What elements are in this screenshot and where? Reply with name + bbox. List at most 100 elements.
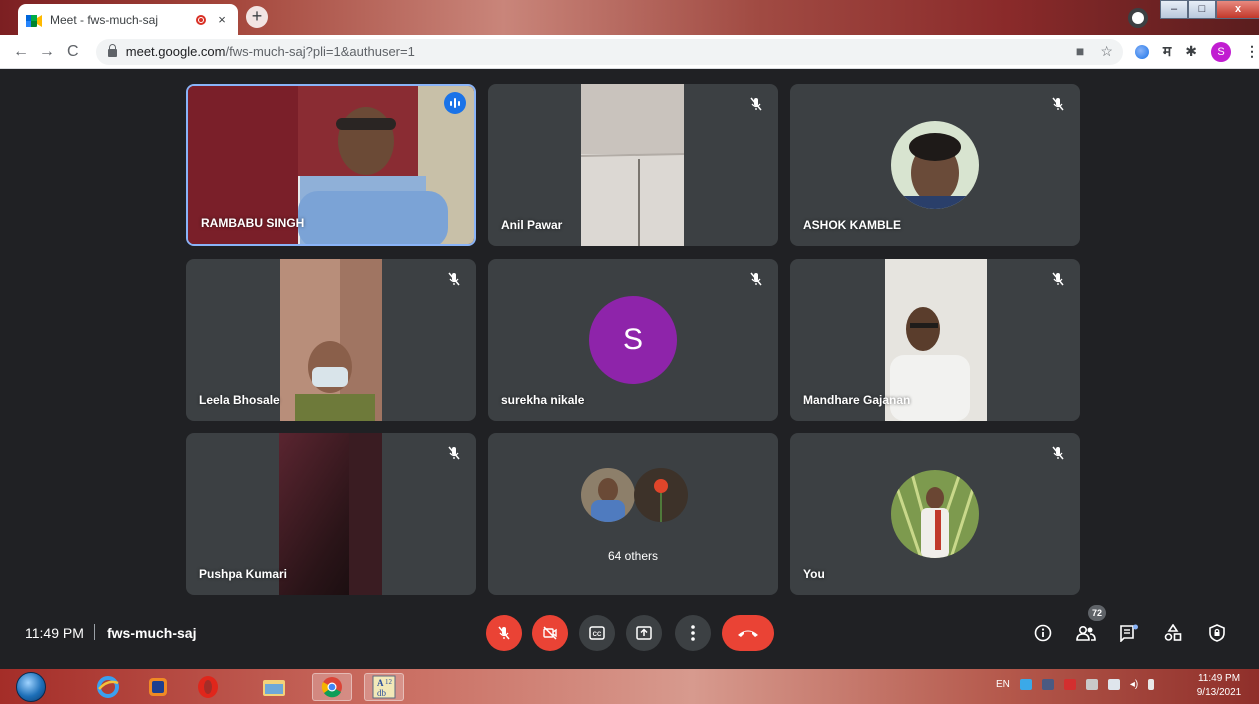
- windows-start-icon[interactable]: [16, 672, 46, 702]
- svg-text:A: A: [377, 678, 384, 688]
- participant-tile[interactable]: ASHOK KAMBLE: [790, 84, 1080, 246]
- more-options-button[interactable]: [675, 615, 711, 651]
- file-explorer-icon[interactable]: [254, 673, 294, 701]
- forward-arrow-icon[interactable]: →: [34, 43, 60, 61]
- captions-button[interactable]: CC: [579, 615, 615, 651]
- leave-call-button[interactable]: [722, 615, 774, 651]
- activities-button[interactable]: [1162, 622, 1184, 644]
- network-icon[interactable]: [1107, 679, 1120, 690]
- svg-text:db: db: [377, 688, 387, 698]
- participant-avatar: [891, 121, 979, 209]
- battery-icon[interactable]: [1148, 679, 1155, 690]
- url-path: /fws-much-saj?pli=1&authuser=1: [225, 44, 415, 59]
- new-tab-button[interactable]: +: [246, 6, 268, 28]
- back-arrow-icon[interactable]: ←: [8, 43, 34, 61]
- mic-off-icon: [498, 626, 510, 640]
- participant-tile[interactable]: Mandhare Gajanan: [790, 259, 1080, 421]
- math-app-icon[interactable]: A 12 db: [364, 673, 404, 701]
- participant-tile[interactable]: S surekha nikale: [488, 259, 778, 421]
- mic-off-icon: [448, 446, 460, 460]
- tab-close-button[interactable]: ×: [214, 12, 230, 27]
- meeting-code: fws-much-saj: [107, 625, 197, 641]
- browser-tab-meet[interactable]: Meet - fws-much-saj ×: [18, 4, 238, 35]
- present-screen-button[interactable]: [626, 615, 662, 651]
- people-button[interactable]: [1075, 622, 1097, 644]
- media-player-icon[interactable]: [138, 673, 178, 701]
- more-vert-icon: [691, 625, 695, 641]
- participant-video: [279, 433, 382, 595]
- participant-tile[interactable]: Leela Bhosale: [186, 259, 476, 421]
- reload-icon[interactable]: C: [60, 43, 86, 61]
- participant-tile[interactable]: Pushpa Kumari: [186, 433, 476, 595]
- participant-video: [581, 84, 684, 246]
- mic-off-icon: [750, 97, 762, 111]
- participant-name: You: [803, 567, 825, 581]
- mic-off-icon: [1052, 97, 1064, 111]
- camera-toggle-button[interactable]: [532, 615, 568, 651]
- meeting-controls-bar: 11:49 PM fws-much-saj CC 72: [0, 600, 1259, 670]
- windows-taskbar: A 12 db EN ◂) 11:49 PM 9/13/2021: [0, 669, 1259, 704]
- chrome-taskbar-icon[interactable]: [312, 673, 352, 701]
- address-bar[interactable]: meet.google.com/fws-much-saj?pli=1&authu…: [95, 38, 1123, 65]
- chrome-profile-icon[interactable]: [1128, 8, 1148, 28]
- others-count-label: 64 others: [607, 549, 659, 563]
- participant-name: Mandhare Gajanan: [803, 393, 911, 407]
- tray-q-icon[interactable]: [1063, 679, 1076, 690]
- mic-off-icon: [448, 272, 460, 286]
- extension-globe-icon[interactable]: [1134, 44, 1149, 59]
- self-avatar: [891, 470, 979, 558]
- browser-tab-strip: Meet - fws-much-saj × + – □ x: [0, 0, 1259, 35]
- participant-avatar: [634, 468, 688, 522]
- recording-indicator-icon: [196, 14, 206, 25]
- speaking-indicator-icon: [444, 92, 466, 114]
- participant-tile[interactable]: Anil Pawar: [488, 84, 778, 246]
- participant-tile[interactable]: RAMBABU SINGH: [186, 84, 476, 246]
- participant-name: ASHOK KAMBLE: [803, 218, 901, 232]
- url-text: meet.google.com/fws-much-saj?pli=1&authu…: [126, 44, 415, 59]
- participant-letter-avatar: S: [589, 296, 677, 384]
- maximize-button[interactable]: □: [1188, 0, 1216, 19]
- meeting-details-button[interactable]: [1032, 622, 1054, 644]
- chat-button[interactable]: [1118, 622, 1140, 644]
- bookmark-star-icon[interactable]: ☆: [1100, 43, 1113, 60]
- chat-icon: [1120, 624, 1138, 642]
- extension-hindi-icon[interactable]: म: [1163, 42, 1171, 61]
- people-icon: [1076, 625, 1096, 641]
- mic-off-icon: [1052, 446, 1064, 460]
- host-controls-button[interactable]: [1206, 622, 1228, 644]
- participant-name: surekha nikale: [501, 393, 585, 407]
- participant-name: Pushpa Kumari: [199, 567, 288, 581]
- volume-icon[interactable]: ◂): [1130, 679, 1138, 690]
- activities-icon: [1164, 624, 1182, 641]
- taskbar-time: 11:49 PM: [1197, 673, 1241, 684]
- extensions-puzzle-icon[interactable]: ✱: [1185, 43, 1197, 60]
- language-indicator[interactable]: EN: [996, 679, 1010, 690]
- others-tile[interactable]: 64 others: [488, 433, 778, 595]
- opera-browser-icon[interactable]: [188, 673, 228, 701]
- profile-avatar[interactable]: S: [1210, 41, 1231, 62]
- captions-icon: CC: [589, 626, 605, 640]
- svg-text:12: 12: [385, 678, 393, 686]
- window-close-button[interactable]: x: [1216, 0, 1259, 19]
- mic-off-icon: [1052, 272, 1064, 286]
- chrome-menu-icon[interactable]: ⋮: [1245, 43, 1259, 60]
- self-tile[interactable]: You: [790, 433, 1080, 595]
- tray-flag-icon[interactable]: [1085, 679, 1098, 690]
- mic-toggle-button[interactable]: [486, 615, 522, 651]
- mic-off-icon: [750, 272, 762, 286]
- taskbar-clock[interactable]: 11:49 PM 9/13/2021: [1184, 672, 1254, 700]
- present-icon: [636, 626, 652, 640]
- system-tray: EN ◂): [996, 679, 1155, 690]
- camera-permission-icon[interactable]: ■: [1076, 43, 1084, 60]
- internet-explorer-icon[interactable]: [88, 673, 128, 701]
- svg-text:CC: CC: [593, 632, 602, 638]
- meeting-grid: RAMBABU SINGH Anil Pawar ASHOK KAMBLE Le…: [0, 69, 1259, 670]
- tray-app-icon[interactable]: [1019, 679, 1032, 690]
- tray-display-icon[interactable]: [1041, 679, 1054, 690]
- browser-toolbar: ← → C meet.google.com/fws-much-saj?pli=1…: [0, 35, 1259, 69]
- tab-title: Meet - fws-much-saj: [50, 12, 159, 27]
- url-host: meet.google.com: [125, 44, 226, 59]
- minimize-button[interactable]: –: [1160, 0, 1188, 19]
- participant-name: RAMBABU SINGH: [201, 216, 305, 230]
- participant-video: [280, 259, 382, 421]
